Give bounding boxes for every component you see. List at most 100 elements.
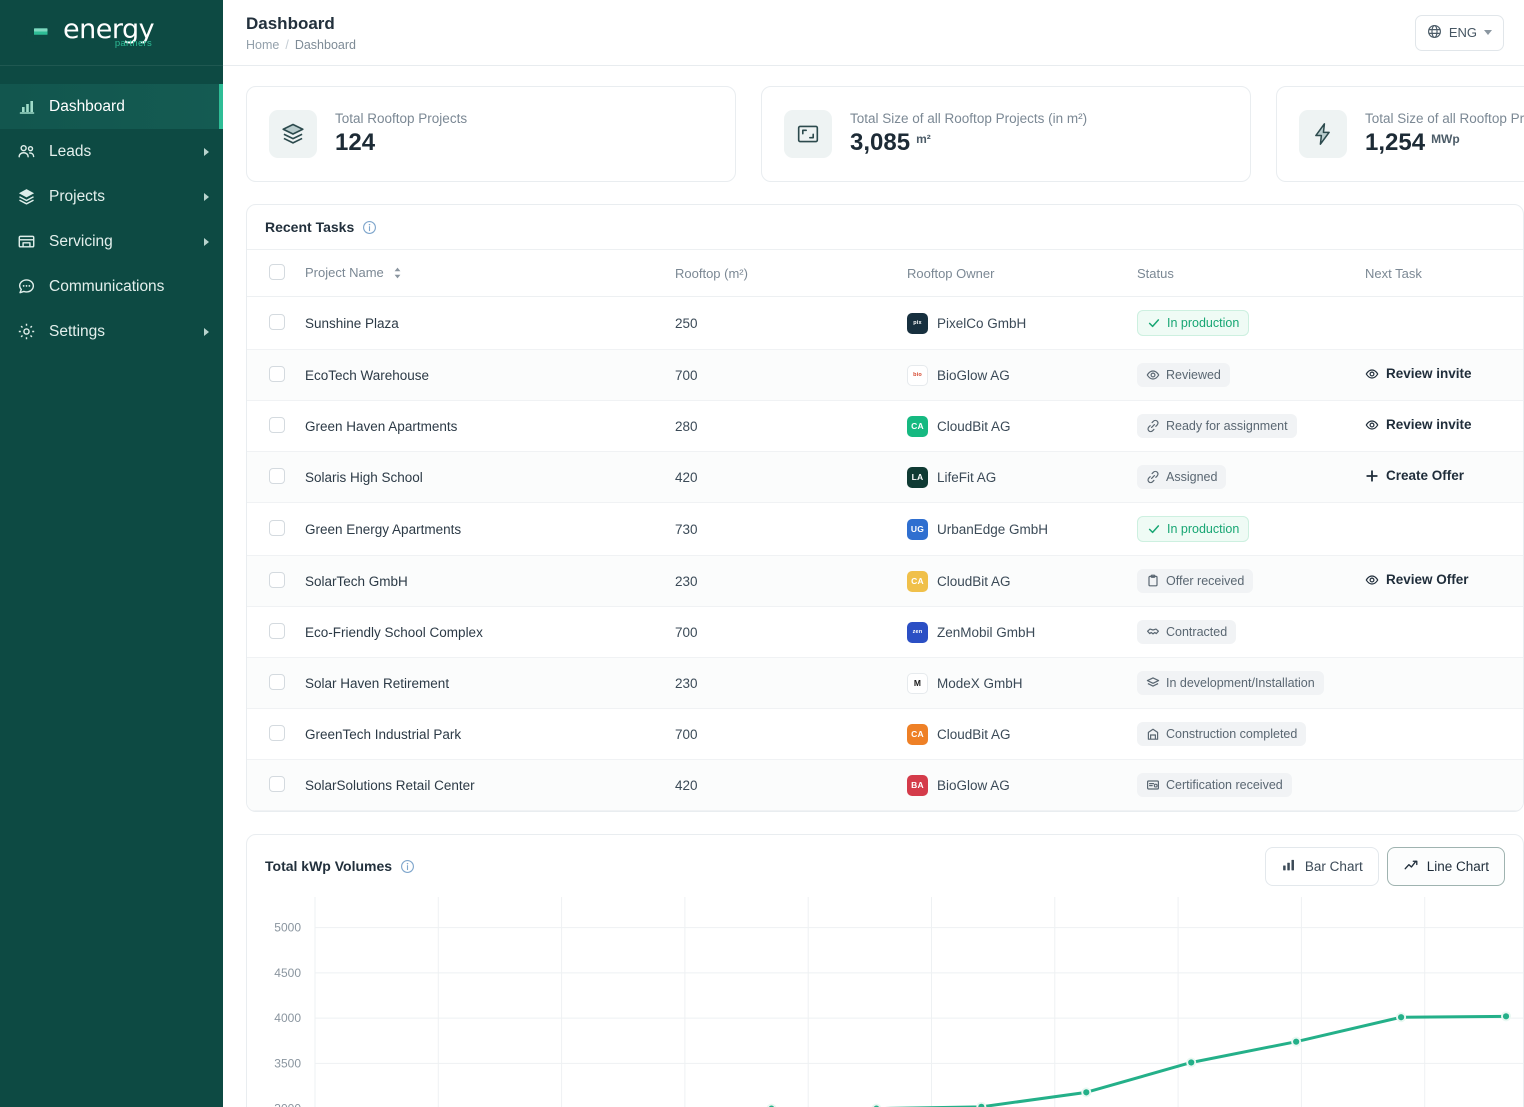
next-task-cell	[1365, 760, 1524, 811]
project-name-cell[interactable]: Sunshine Plaza	[305, 297, 675, 350]
row-checkbox[interactable]	[269, 776, 285, 792]
project-name-cell[interactable]: Eco-Friendly School Complex	[305, 607, 675, 658]
bar-chart-icon	[17, 97, 36, 116]
breadcrumb-home[interactable]: Home	[246, 38, 279, 52]
owner: pixPixelCo GmbH	[907, 313, 1137, 334]
kwp-line-chart: 500045004000350030002500	[247, 897, 1523, 1107]
layers-icon	[17, 187, 36, 206]
project-name-cell[interactable]: GreenTech Industrial Park	[305, 709, 675, 760]
recent-tasks-header: Recent Tasks	[247, 205, 1523, 250]
table-row[interactable]: SolarSolutions Retail Center420BABioGlow…	[247, 760, 1524, 811]
owner: bioBioGlow AG	[907, 365, 1137, 386]
row-checkbox[interactable]	[269, 366, 285, 382]
sidebar-item-projects[interactable]: Projects	[0, 174, 223, 219]
bar-chart-button[interactable]: Bar Chart	[1265, 847, 1379, 886]
table-row[interactable]: Sunshine Plaza250pixPixelCo GmbHIn produ…	[247, 297, 1524, 350]
table-row[interactable]: Green Energy Apartments730UGUrbanEdge Gm…	[247, 503, 1524, 556]
next-task-label: Review invite	[1386, 366, 1472, 381]
row-select-cell	[247, 607, 305, 658]
stat-card-total-rooftop-projects[interactable]: Total Rooftop Projects 124	[246, 86, 736, 182]
row-checkbox[interactable]	[269, 674, 285, 690]
sidebar-item-settings[interactable]: Settings	[0, 309, 223, 354]
table-row[interactable]: SolarTech GmbH230CACloudBit AGOffer rece…	[247, 556, 1524, 607]
next-task-link[interactable]: Review invite	[1365, 366, 1472, 381]
select-all-checkbox[interactable]	[269, 264, 285, 280]
table-row[interactable]: Eco-Friendly School Complex700zenZenMobi…	[247, 607, 1524, 658]
row-select-cell	[247, 760, 305, 811]
users-icon	[17, 142, 36, 161]
table-row[interactable]: EcoTech Warehouse700bioBioGlow AGReviewe…	[247, 350, 1524, 401]
owner: CACloudBit AG	[907, 416, 1137, 437]
svg-text:3500: 3500	[274, 1056, 301, 1070]
project-name-cell[interactable]: Green Energy Apartments	[305, 503, 675, 556]
status-label: Certification received	[1166, 778, 1283, 792]
row-checkbox[interactable]	[269, 725, 285, 741]
status-badge: Reviewed	[1137, 363, 1230, 387]
brand-logo-block[interactable]: energy partners	[0, 0, 223, 66]
status-badge: In development/Installation	[1137, 671, 1324, 695]
project-name-cell[interactable]: SolarTech GmbH	[305, 556, 675, 607]
language-selector[interactable]: ENG	[1415, 15, 1504, 51]
next-task-label: Create Offer	[1386, 468, 1464, 483]
project-name-cell[interactable]: Green Haven Apartments	[305, 401, 675, 452]
stat-label: Total Size of all Rooftop Projects (in m…	[850, 111, 1087, 126]
svg-text:3000: 3000	[274, 1102, 301, 1107]
next-task-link[interactable]: Create Offer	[1365, 468, 1464, 483]
table-row[interactable]: Solar Haven Retirement230MModeX GmbHIn d…	[247, 658, 1524, 709]
row-checkbox[interactable]	[269, 314, 285, 330]
row-select-cell	[247, 503, 305, 556]
info-icon[interactable]	[362, 220, 377, 235]
bar-chart-icon	[1281, 857, 1297, 876]
chevron-right-icon	[204, 193, 209, 201]
owner: zen ZenMobil GmbH	[907, 622, 1137, 643]
chart-plot-area[interactable]: 500045004000350030002500	[247, 897, 1523, 1107]
next-task-link[interactable]: Review invite	[1365, 417, 1472, 432]
status-badge: In production	[1137, 516, 1249, 542]
sort-icon[interactable]	[393, 267, 402, 282]
sidebar-item-label: Dashboard	[49, 98, 209, 116]
table-row[interactable]: Green Haven Apartments280CACloudBit AGRe…	[247, 401, 1524, 452]
avatar: zen	[907, 622, 928, 643]
avatar: M	[907, 673, 928, 694]
stat-card-total-size-m2[interactable]: Total Size of all Rooftop Projects (in m…	[761, 86, 1251, 182]
row-checkbox[interactable]	[269, 623, 285, 639]
owner-name: UrbanEdge GmbH	[937, 522, 1048, 537]
owner: BABioGlow AG	[907, 775, 1137, 796]
owner-name: ZenMobil GmbH	[937, 625, 1035, 640]
row-checkbox[interactable]	[269, 468, 285, 484]
rooftop-size-cell: 420	[675, 760, 907, 811]
sidebar-item-label: Servicing	[49, 233, 191, 251]
status-badge: Construction completed	[1137, 722, 1306, 746]
project-name-cell[interactable]: Solar Haven Retirement	[305, 658, 675, 709]
breadcrumb-separator: /	[285, 38, 288, 52]
sidebar-item-leads[interactable]: Leads	[0, 129, 223, 174]
avatar: CA	[907, 724, 928, 745]
stat-cards: Total Rooftop Projects 124 To	[246, 86, 1524, 182]
row-checkbox[interactable]	[269, 417, 285, 433]
status-label: In production	[1167, 316, 1239, 330]
info-icon[interactable]	[400, 859, 415, 874]
sidebar-item-communications[interactable]: Communications	[0, 264, 223, 309]
project-name-cell[interactable]: SolarSolutions Retail Center	[305, 760, 675, 811]
table-row[interactable]: GreenTech Industrial Park700CACloudBit A…	[247, 709, 1524, 760]
rooftop-owner-cell: bioBioGlow AG	[907, 350, 1137, 401]
bolt-icon	[1299, 110, 1347, 158]
row-checkbox[interactable]	[269, 572, 285, 588]
row-checkbox[interactable]	[269, 520, 285, 536]
project-name-cell[interactable]: EcoTech Warehouse	[305, 350, 675, 401]
next-task-cell	[1365, 503, 1524, 556]
table-row[interactable]: Solaris High School420LALifeFit AGAssign…	[247, 452, 1524, 503]
status-badge: Offer received	[1137, 569, 1253, 593]
owner: UGUrbanEdge GmbH	[907, 519, 1137, 540]
stat-card-total-size-mwp[interactable]: Total Size of all Rooftop Pro 1,254 MWp	[1276, 86, 1524, 182]
column-project-name[interactable]: Project Name	[305, 250, 675, 297]
next-task-link[interactable]: Review Offer	[1365, 572, 1469, 587]
project-name-cell[interactable]: Solaris High School	[305, 452, 675, 503]
sidebar-item-dashboard[interactable]: Dashboard	[0, 84, 223, 129]
chat-icon	[17, 277, 36, 296]
sidebar-item-servicing[interactable]: Servicing	[0, 219, 223, 264]
line-chart-button[interactable]: Line Chart	[1387, 847, 1505, 886]
column-rooftop-owner: Rooftop Owner	[907, 250, 1137, 297]
rooftop-owner-cell: CACloudBit AG	[907, 401, 1137, 452]
select-all-header	[247, 250, 305, 297]
